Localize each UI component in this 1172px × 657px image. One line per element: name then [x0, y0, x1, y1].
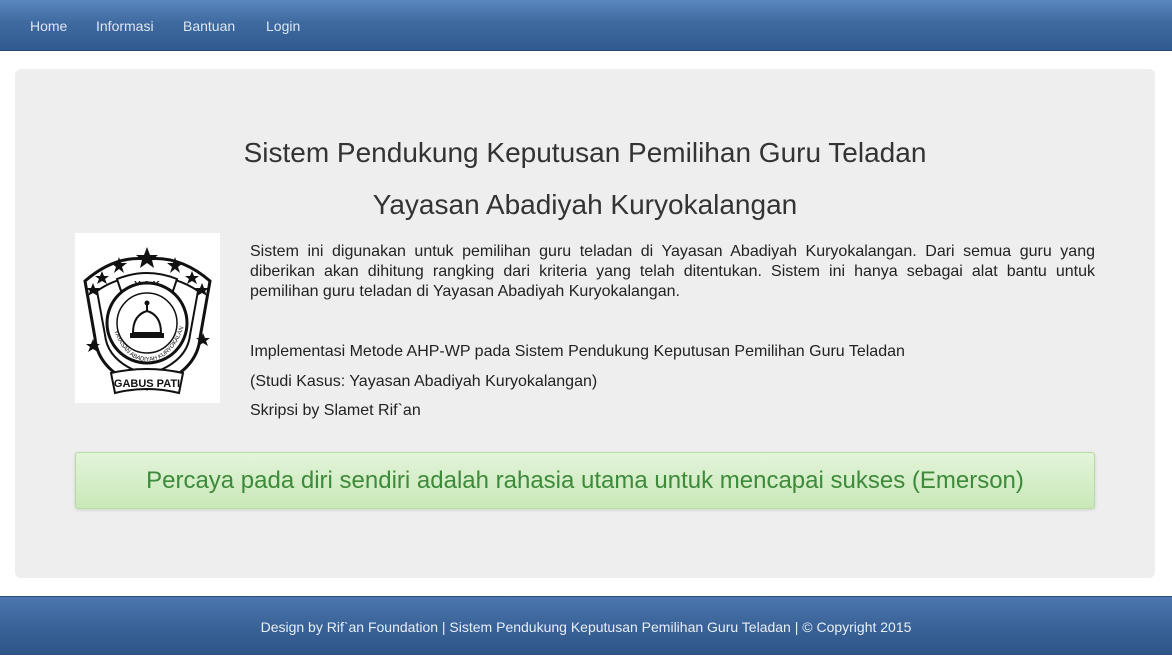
- nav-login-link[interactable]: Login: [266, 0, 300, 51]
- yak-emblem-icon: Y A K YAYASAN ABADIYAH KURYOKALANGAN GAB…: [75, 233, 212, 395]
- svg-text:GABUS PATI: GABUS PATI: [114, 378, 180, 390]
- main-panel: Sistem Pendukung Keputusan Pemilihan Gur…: [15, 69, 1155, 578]
- yayasan-logo: Y A K YAYASAN ABADIYAH KURYOKALANGAN GAB…: [75, 233, 220, 403]
- page-title: Sistem Pendukung Keputusan Pemilihan Gur…: [243, 137, 927, 168]
- quote-alert: Percaya pada diri sendiri adalah rahasia…: [75, 452, 1095, 509]
- case-study-info: (Studi Kasus: Yayasan Abadiyah Kuryokala…: [250, 373, 598, 390]
- method-info: Implementasi Metode AHP-WP pada Sistem P…: [250, 343, 905, 360]
- top-navbar: Home Informasi Bantuan Login: [0, 0, 1172, 51]
- nav-bantuan-link[interactable]: Bantuan: [183, 0, 235, 51]
- page-subtitle: Yayasan Abadiyah Kuryokalangan: [372, 189, 798, 220]
- author-info: Skripsi by Slamet Rif`an: [250, 402, 421, 419]
- nav-informasi-link[interactable]: Informasi: [96, 0, 154, 51]
- nav-home-link[interactable]: Home: [30, 0, 67, 51]
- system-description: Sistem ini digunakan untuk pemilihan gur…: [250, 243, 1095, 300]
- footer: Design by Rif`an Foundation | Sistem Pen…: [0, 596, 1172, 655]
